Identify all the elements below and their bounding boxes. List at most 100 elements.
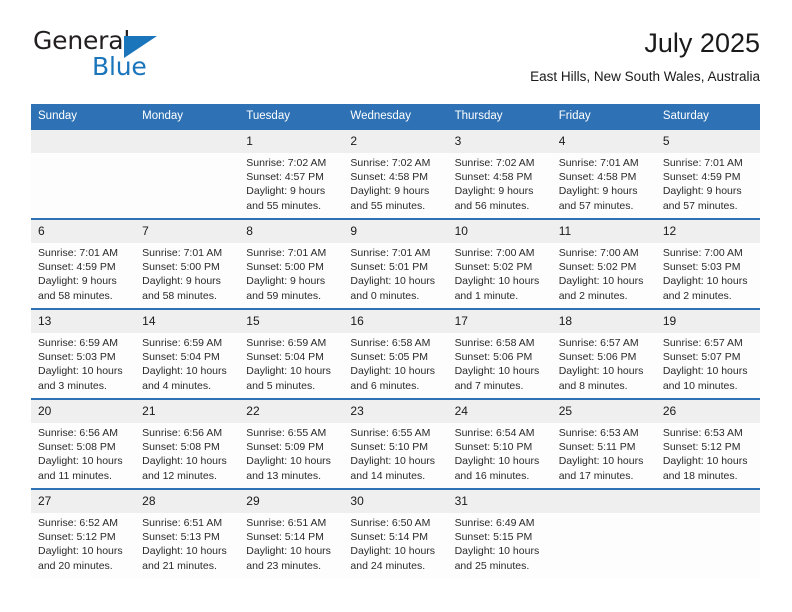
daylight-text-line1: Daylight: 10 hours [454,365,540,378]
day-details: Sunrise: 6:59 AM Sunset: 5:04 PM Daylight:… [135,333,239,393]
sunset-text: Sunset: 5:09 PM [246,441,324,454]
sunset-text: Sunset: 5:07 PM [662,351,741,364]
sunrise-text: Sunrise: 6:53 AM [662,427,743,439]
sunrise-text: Sunrise: 7:00 AM [662,247,743,259]
sunrise-text: Sunrise: 6:56 AM [38,427,118,439]
calendar-day-cell[interactable]: 26 Sunrise: 6:53 AM Sunset: 5:12 PM Dayligh… [655,399,760,490]
day-number: 11 [551,220,656,243]
day-number: 14 [135,310,240,333]
sunrise-text: Sunrise: 6:55 AM [246,427,327,439]
sunset-text: Sunset: 5:12 PM [38,531,116,544]
day-details: Sunrise: 7:01 AM Sunset: 5:00 PM Daylight:… [239,243,343,303]
sunrise-text: Sunrise: 6:59 AM [246,337,327,349]
calendar-day-cell[interactable]: 7 Sunrise: 7:01 AM Sunset: 5:00 PM Daylight… [135,219,240,310]
calendar-day-cell[interactable]: 13 Sunrise: 6:59 AM Sunset: 5:03 PM Dayligh… [31,309,136,400]
calendar-day-cell[interactable]: 12 Sunrise: 7:00 AM Sunset: 5:03 PM Dayligh… [655,219,760,310]
daylight-text-line1: Daylight: 9 hours [246,275,326,288]
sunrise-text: Sunrise: 7:00 AM [558,247,639,259]
calendar-day-cell[interactable]: 11 Sunrise: 7:00 AM Sunset: 5:02 PM Dayligh… [551,219,656,310]
calendar-day-cell[interactable]: 16 Sunrise: 6:58 AM Sunset: 5:05 PM Dayligh… [343,309,448,400]
day-number [31,130,136,153]
calendar-day-cell[interactable]: 6 Sunrise: 7:01 AM Sunset: 4:59 PM Daylight… [31,219,136,310]
sunset-text: Sunset: 4:57 PM [246,171,324,184]
daylight-text-line1: Daylight: 10 hours [454,455,540,468]
daylight-text-line2: and 57 minutes. [662,199,738,212]
sunrise-text: Sunrise: 7:01 AM [142,247,223,259]
calendar-day-cell[interactable]: 20 Sunrise: 6:56 AM Sunset: 5:08 PM Dayligh… [31,399,136,490]
daylight-text-line1: Daylight: 9 hours [454,185,534,198]
daylight-text-line2: and 14 minutes. [350,469,426,482]
calendar-day-cell[interactable]: 15 Sunrise: 6:59 AM Sunset: 5:04 PM Dayligh… [239,309,344,400]
daylight-text-line2: and 23 minutes. [246,559,321,572]
daylight-text-line1: Daylight: 10 hours [558,365,644,378]
calendar-day-cell[interactable]: 30 Sunrise: 6:50 AM Sunset: 5:14 PM Dayligh… [343,489,448,578]
sunset-text: Sunset: 4:58 PM [454,171,533,184]
calendar-day-cell[interactable]: 25 Sunrise: 6:53 AM Sunset: 5:11 PM Dayligh… [551,399,656,490]
logo-text-blue: Blue [92,52,147,81]
calendar-day-cell[interactable]: 2 Sunrise: 7:02 AM Sunset: 4:58 PM Daylight… [343,130,448,220]
daylight-text-line1: Daylight: 10 hours [662,455,748,468]
day-details: Sunrise: 7:01 AM Sunset: 5:00 PM Daylight:… [135,243,239,303]
calendar-day-cell[interactable]: 23 Sunrise: 6:55 AM Sunset: 5:10 PM Dayligh… [343,399,448,490]
day-number: 20 [31,400,136,423]
day-details: Sunrise: 7:01 AM Sunset: 4:59 PM Daylight:… [656,153,760,213]
calendar-day-cell[interactable]: 4 Sunrise: 7:01 AM Sunset: 4:58 PM Daylight… [551,130,656,220]
calendar-day-cell[interactable]: 19 Sunrise: 6:57 AM Sunset: 5:07 PM Dayligh… [655,309,760,400]
day-number: 25 [551,400,656,423]
day-details: Sunrise: 7:00 AM Sunset: 5:03 PM Daylight:… [656,243,760,303]
calendar-day-cell[interactable]: 14 Sunrise: 6:59 AM Sunset: 5:04 PM Dayligh… [135,309,240,400]
calendar-day-cell[interactable]: 31 Sunrise: 6:49 AM Sunset: 5:15 PM Dayligh… [447,489,552,578]
sunrise-text: Sunrise: 6:55 AM [350,427,431,439]
daylight-text-line1: Daylight: 10 hours [662,365,748,378]
sunset-text: Sunset: 5:12 PM [662,441,741,454]
calendar-page: General Blue July 2025 East Hills, New S… [0,0,792,612]
daylight-text-line1: Daylight: 9 hours [662,185,742,198]
calendar-day-cell[interactable]: 5 Sunrise: 7:01 AM Sunset: 4:59 PM Daylight… [655,130,760,220]
calendar-day-cell[interactable]: 10 Sunrise: 7:00 AM Sunset: 5:02 PM Dayligh… [447,219,552,310]
day-number [135,130,240,153]
sunrise-sunset-calendar: Sunday Monday Tuesday Wednesday Thursday… [31,104,760,578]
daylight-text-line2: and 5 minutes. [246,379,316,392]
daylight-text-line2: and 7 minutes. [454,379,524,392]
calendar-day-cell[interactable]: 1 Sunrise: 7:02 AM Sunset: 4:57 PM Daylight… [239,130,344,220]
logo-text-general: General [33,26,131,55]
day-number: 29 [239,490,344,513]
sunrise-text: Sunrise: 7:02 AM [246,157,327,169]
daylight-text-line2: and 55 minutes. [350,199,426,212]
sunrise-text: Sunrise: 7:01 AM [350,247,431,259]
sunrise-text: Sunrise: 6:59 AM [38,337,118,349]
sunset-text: Sunset: 5:02 PM [454,261,533,274]
daylight-text-line2: and 20 minutes. [38,559,113,572]
day-details: Sunrise: 6:50 AM Sunset: 5:14 PM Daylight:… [343,513,447,573]
calendar-day-cell[interactable]: 28 Sunrise: 6:51 AM Sunset: 5:13 PM Dayligh… [135,489,240,578]
calendar-day-cell[interactable]: 3 Sunrise: 7:02 AM Sunset: 4:58 PM Daylight… [447,130,552,220]
calendar-day-cell[interactable]: 8 Sunrise: 7:01 AM Sunset: 5:00 PM Daylight… [239,219,344,310]
sunset-text: Sunset: 5:04 PM [246,351,324,364]
calendar-day-cell[interactable]: 29 Sunrise: 6:51 AM Sunset: 5:14 PM Dayligh… [239,489,344,578]
calendar-day-cell[interactable]: 17 Sunrise: 6:58 AM Sunset: 5:06 PM Dayligh… [447,309,552,400]
calendar-day-cell[interactable]: 27 Sunrise: 6:52 AM Sunset: 5:12 PM Dayligh… [31,489,136,578]
daylight-text-line1: Daylight: 10 hours [558,275,644,288]
sunset-text: Sunset: 4:58 PM [350,171,429,184]
daylight-text-line1: Daylight: 10 hours [558,455,644,468]
calendar-week-row: 6 Sunrise: 7:01 AM Sunset: 4:59 PM Daylight… [31,219,760,310]
sunset-text: Sunset: 5:04 PM [142,351,220,364]
day-details: Sunrise: 6:55 AM Sunset: 5:09 PM Daylight:… [239,423,343,483]
day-number: 15 [239,310,344,333]
daylight-text-line2: and 11 minutes. [38,469,112,482]
sunrise-text: Sunrise: 6:51 AM [142,517,223,529]
calendar-day-cell[interactable]: 22 Sunrise: 6:55 AM Sunset: 5:09 PM Dayligh… [239,399,344,490]
daylight-text-line2: and 16 minutes. [454,469,530,482]
daylight-text-line2: and 13 minutes. [246,469,321,482]
calendar-day-cell[interactable]: 24 Sunrise: 6:54 AM Sunset: 5:10 PM Dayligh… [447,399,552,490]
day-number: 9 [343,220,448,243]
day-number: 22 [239,400,344,423]
day-number [655,490,760,513]
calendar-day-cell[interactable]: 21 Sunrise: 6:56 AM Sunset: 5:08 PM Dayligh… [135,399,240,490]
calendar-day-cell[interactable]: 18 Sunrise: 6:57 AM Sunset: 5:06 PM Dayligh… [551,309,656,400]
calendar-day-cell[interactable]: 9 Sunrise: 7:01 AM Sunset: 5:01 PM Daylight… [343,219,448,310]
sunrise-text: Sunrise: 6:56 AM [142,427,223,439]
day-number: 10 [447,220,552,243]
day-details: Sunrise: 7:00 AM Sunset: 5:02 PM Daylight:… [448,243,552,303]
general-blue-logo[interactable]: General Blue [31,26,261,88]
